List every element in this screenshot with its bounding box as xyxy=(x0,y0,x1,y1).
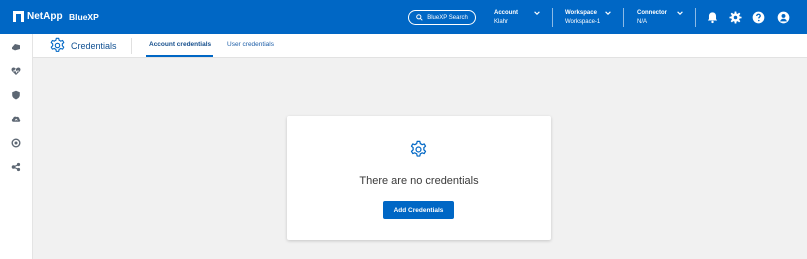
account-selector[interactable]: Account Klahr xyxy=(494,9,518,27)
storage-icon[interactable] xyxy=(11,42,21,52)
account-value: Klahr xyxy=(494,19,509,25)
governance-icon[interactable] xyxy=(11,138,21,148)
page-title: Credentials xyxy=(71,41,117,51)
left-navigation xyxy=(0,34,33,259)
search-icon xyxy=(416,14,423,21)
netapp-logo[interactable]: NetApp xyxy=(13,11,63,22)
account-label: Account xyxy=(494,10,518,16)
connector-selector[interactable]: Connector N/A xyxy=(637,9,667,27)
bell-icon[interactable] xyxy=(706,11,719,24)
divider xyxy=(623,8,624,27)
brand-name: NetApp xyxy=(27,11,63,22)
workspace-label: Workspace xyxy=(565,10,597,16)
active-tab-indicator xyxy=(146,55,213,57)
chevron-down-icon[interactable] xyxy=(533,9,541,17)
page-header: Credentials Account credentials User cre… xyxy=(33,34,807,58)
help-icon[interactable] xyxy=(752,11,765,24)
empty-state-card: There are no credentials Add Credentials xyxy=(287,116,551,240)
empty-state-message: There are no credentials xyxy=(359,175,479,187)
connector-label: Connector xyxy=(637,10,667,16)
share-icon[interactable] xyxy=(11,162,21,172)
protection-icon[interactable] xyxy=(11,90,21,100)
credentials-gear-icon xyxy=(50,37,65,52)
credentials-gear-icon xyxy=(410,140,427,157)
workspace-selector[interactable]: Workspace Workspace-1 xyxy=(565,9,600,27)
product-name: BlueXP xyxy=(69,12,99,22)
top-bar: NetApp BlueXP BlueXP Search Account Klah… xyxy=(0,0,807,34)
tab-user-credentials[interactable]: User credentials xyxy=(227,41,274,48)
search-label: BlueXP Search xyxy=(427,14,468,21)
mobility-icon[interactable] xyxy=(11,114,21,124)
user-account-icon[interactable] xyxy=(777,11,790,24)
health-icon[interactable] xyxy=(11,66,21,76)
connector-value: N/A xyxy=(637,19,648,25)
divider xyxy=(552,8,553,27)
netapp-mark-icon xyxy=(13,11,24,22)
search-button[interactable]: BlueXP Search xyxy=(408,10,476,25)
add-credentials-button[interactable]: Add Credentials xyxy=(383,201,454,219)
workspace-value: Workspace-1 xyxy=(565,19,601,25)
chevron-down-icon[interactable] xyxy=(676,9,684,17)
chevron-down-icon[interactable] xyxy=(604,9,612,17)
divider xyxy=(695,8,696,27)
divider xyxy=(131,38,132,54)
settings-gear-icon[interactable] xyxy=(729,11,742,24)
tab-account-credentials[interactable]: Account credentials xyxy=(149,41,211,48)
